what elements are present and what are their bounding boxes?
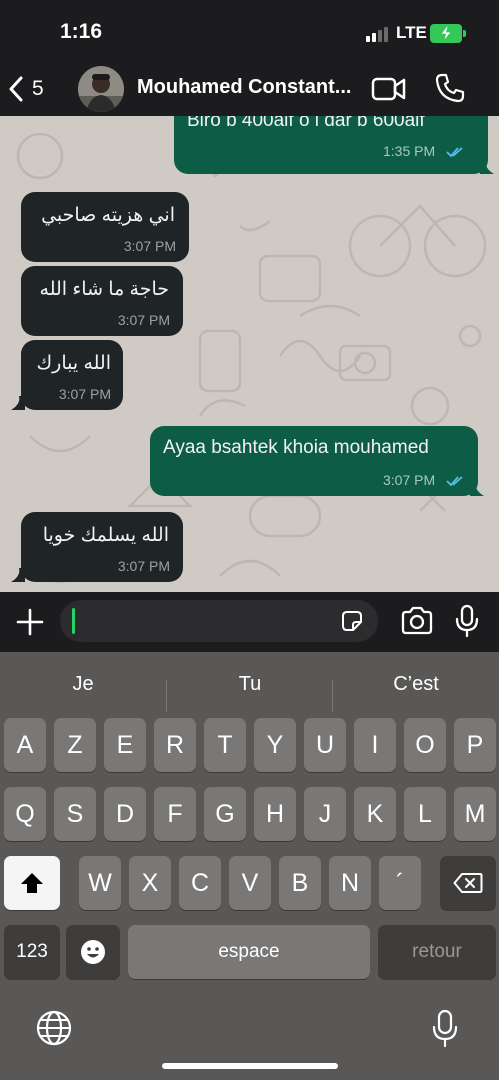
microphone-icon (455, 604, 479, 638)
bubble-tail (470, 482, 484, 496)
bubble-tail (11, 396, 25, 410)
shift-icon (21, 873, 43, 893)
battery-icon (430, 24, 466, 43)
message-text: الله يبارك (36, 353, 111, 374)
message-bubble-incoming[interactable]: حاجة ما شاء الله 3:07 PM (21, 266, 183, 336)
back-button[interactable]: 5 (8, 72, 58, 106)
network-type: LTE (396, 23, 427, 42)
read-ticks-icon (446, 476, 463, 487)
message-bubble-incoming[interactable]: الله يبارك 3:07 PM (21, 340, 123, 410)
voice-call-button[interactable] (434, 72, 466, 104)
avatar-photo (78, 66, 124, 112)
key-n[interactable]: N (329, 856, 371, 910)
key-m[interactable]: M (454, 787, 496, 841)
home-indicator[interactable] (162, 1063, 338, 1069)
key-c[interactable]: C (179, 856, 221, 910)
backspace-icon (453, 873, 483, 893)
status-time: 1:16 (60, 20, 103, 43)
message-input[interactable] (60, 600, 378, 642)
chat-area[interactable]: Biro b 400alf o l dar b 600alf 1:35 PM ا… (0, 116, 499, 592)
space-key[interactable]: espace (128, 925, 370, 979)
chat-header: 5 Mouhamed Constant... (0, 62, 499, 116)
key-g[interactable]: G (204, 787, 246, 841)
dictation-icon (432, 1009, 458, 1048)
key-b[interactable]: B (279, 856, 321, 910)
video-camera-icon (371, 77, 406, 101)
key-t[interactable]: T (204, 718, 246, 772)
video-call-button[interactable] (370, 74, 408, 104)
bubble-tail (480, 160, 494, 174)
suggestion-item[interactable]: Tu (167, 664, 333, 704)
message-time: 1:35 PM (383, 143, 436, 159)
status-bar: 1:16 LTE (0, 0, 499, 62)
plus-icon (16, 608, 44, 636)
key-x[interactable]: X (129, 856, 171, 910)
key-a[interactable]: A (4, 718, 46, 772)
key-s[interactable]: S (54, 787, 96, 841)
key-u[interactable]: U (304, 718, 346, 772)
message-bubble-incoming[interactable]: الله يسلمك خويا 3:07 PM (21, 512, 183, 582)
key-q[interactable]: Q (4, 787, 46, 841)
key-v[interactable]: V (229, 856, 271, 910)
key-y[interactable]: Y (254, 718, 296, 772)
key-acute-accent[interactable]: ´ (379, 856, 421, 910)
return-key[interactable]: retour (378, 925, 496, 979)
dictation-button[interactable] (430, 1008, 460, 1048)
message-time: 3:07 PM (383, 472, 436, 488)
attach-button[interactable] (14, 606, 46, 638)
message-bubble-incoming[interactable]: اني هزيته صاحبي 3:07 PM (21, 192, 189, 262)
key-k[interactable]: K (354, 787, 396, 841)
suggestion-bar: Je Tu C’est (0, 664, 499, 712)
backspace-key[interactable] (440, 856, 496, 910)
avatar[interactable] (78, 66, 124, 112)
message-bubble-outgoing[interactable]: Ayaa bsahtek khoia mouhamed 3:07 PM (150, 426, 478, 496)
key-e[interactable]: E (104, 718, 146, 772)
message-time: 3:07 PM (123, 238, 176, 254)
read-ticks-icon (446, 147, 463, 158)
phone-icon (435, 73, 465, 103)
key-i[interactable]: I (354, 718, 396, 772)
message-time: 3:07 PM (117, 558, 170, 574)
key-f[interactable]: F (154, 787, 196, 841)
message-bubble-outgoing[interactable]: Biro b 400alf o l dar b 600alf 1:35 PM (174, 116, 488, 174)
unread-count: 5 (32, 77, 44, 100)
camera-icon (401, 606, 433, 635)
shift-key[interactable] (4, 856, 60, 910)
message-text: الله يسلمك خويا (42, 525, 169, 546)
keyboard: Je Tu C’est A Z E R T Y U I O P Q S D F … (0, 652, 499, 1080)
suggestion-item[interactable]: C’est (333, 664, 499, 704)
message-time: 3:07 PM (58, 386, 111, 402)
numbers-key[interactable]: 123 (4, 925, 60, 979)
message-text: اني هزيته صاحبي (41, 205, 175, 226)
key-d[interactable]: D (104, 787, 146, 841)
message-text: حاجة ما شاء الله (39, 279, 169, 300)
key-p[interactable]: P (454, 718, 496, 772)
key-z[interactable]: Z (54, 718, 96, 772)
key-l[interactable]: L (404, 787, 446, 841)
emoji-key[interactable] (66, 925, 120, 979)
voice-note-button[interactable] (454, 604, 480, 638)
key-o[interactable]: O (404, 718, 446, 772)
key-w[interactable]: W (79, 856, 121, 910)
message-text: Ayaa bsahtek khoia mouhamed (163, 437, 429, 458)
key-r[interactable]: R (154, 718, 196, 772)
suggestion-item[interactable]: Je (0, 664, 166, 704)
key-j[interactable]: J (304, 787, 346, 841)
charging-bolt-icon (440, 26, 452, 41)
bubble-tail (11, 568, 25, 582)
camera-button[interactable] (400, 606, 434, 636)
signal-icon (366, 26, 390, 42)
message-time: 3:07 PM (117, 312, 170, 328)
message-text: Biro b 400alf o l dar b 600alf (187, 116, 425, 131)
globe-icon (36, 1010, 72, 1046)
chevron-left-icon (9, 76, 23, 102)
globe-button[interactable] (34, 1008, 74, 1048)
message-input-bar (0, 592, 499, 652)
key-h[interactable]: H (254, 787, 296, 841)
emoji-icon (81, 940, 105, 964)
contact-name[interactable]: Mouhamed Constant... (137, 76, 351, 99)
